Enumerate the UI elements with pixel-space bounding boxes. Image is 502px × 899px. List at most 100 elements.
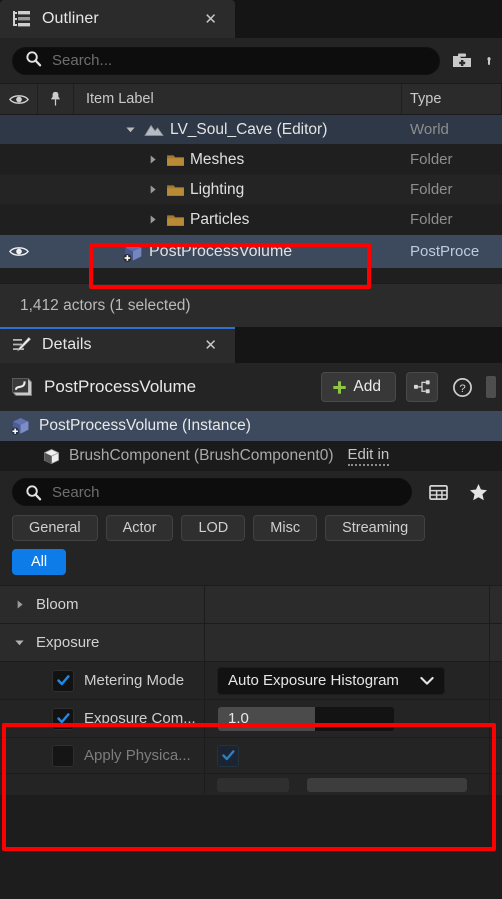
filter-chip-misc[interactable]: Misc	[253, 515, 318, 541]
new-folder-icon[interactable]	[450, 49, 474, 73]
details-title: PostProcessVolume	[44, 377, 197, 396]
chevron-right-icon[interactable]	[8, 599, 30, 610]
property-row-metering-mode: Metering Mode Auto Exposure Histogram	[0, 662, 502, 700]
row-label: LV_Soul_Cave (Editor)	[170, 120, 328, 138]
partial-control-a[interactable]	[217, 777, 289, 792]
list-item-brushcomponent[interactable]: BrushComponent (BrushComponent0) Edit in	[0, 441, 502, 471]
details-icon	[12, 336, 32, 354]
property-row-exposure-compensation: Exposure Com... 1.0	[0, 700, 502, 738]
filter-chip-lod[interactable]: LOD	[181, 515, 246, 541]
pin-icon	[51, 91, 60, 106]
chevron-down-icon[interactable]	[8, 637, 30, 648]
outliner-tabstrip: Outliner ✕	[0, 0, 502, 38]
details-search-placeholder: Search	[52, 483, 100, 501]
add-button[interactable]: Add	[321, 372, 396, 402]
property-label: Exposure Com...	[84, 710, 196, 727]
volume-icon	[10, 416, 31, 436]
close-icon[interactable]: ✕	[200, 336, 221, 355]
world-icon	[144, 123, 164, 137]
table-row[interactable]: Meshes Folder	[0, 145, 502, 175]
category-label: Bloom	[36, 596, 79, 613]
column-visibility[interactable]	[0, 84, 38, 114]
edit-in-blueprint-link[interactable]: Edit in	[347, 446, 390, 466]
folder-icon	[166, 183, 184, 197]
metering-mode-value: Auto Exposure Histogram	[228, 672, 399, 689]
apply-physical-value-checkbox[interactable]	[217, 744, 239, 767]
chevron-right-icon[interactable]	[144, 212, 160, 228]
outliner-search-row: Search...	[0, 38, 502, 83]
details-search-input[interactable]: Search	[12, 478, 412, 506]
search-icon	[25, 50, 42, 72]
tab-outliner[interactable]: Outliner ✕	[0, 0, 235, 38]
column-type[interactable]: Type	[402, 84, 502, 114]
eye-icon	[8, 94, 29, 104]
tab-details-label: Details	[42, 336, 92, 353]
add-button-label: Add	[353, 378, 381, 395]
partial-control-b[interactable]	[307, 777, 467, 792]
exposure-compensation-slider[interactable]: 1.0	[217, 705, 395, 732]
settings-icon[interactable]	[484, 49, 494, 73]
property-row-partial	[0, 774, 502, 796]
filter-chip-general[interactable]: General	[12, 515, 98, 541]
folder-icon	[166, 153, 184, 167]
table-row[interactable]: Lighting Folder	[0, 175, 502, 205]
details-search-row: Search	[0, 471, 502, 513]
row-type: Folder	[410, 151, 453, 168]
blueprint-graph-icon[interactable]	[406, 372, 438, 402]
close-icon[interactable]: ✕	[200, 10, 221, 29]
row-visibility-toggle[interactable]	[0, 245, 38, 258]
metering-mode-dropdown[interactable]: Auto Exposure Histogram	[217, 666, 445, 695]
table-row[interactable]: Particles Folder	[0, 205, 502, 235]
eye-icon	[9, 247, 29, 256]
details-panel: Details ✕ PostProcessVolume Add ? PostPr…	[0, 327, 502, 796]
table-row-postprocessvolume[interactable]: PostProcessVolume PostProce	[0, 235, 502, 269]
chevron-right-icon[interactable]	[144, 182, 160, 198]
row-label: Particles	[190, 210, 250, 228]
row-type: Folder	[410, 211, 453, 228]
tab-details[interactable]: Details ✕	[0, 327, 235, 363]
column-pin[interactable]	[38, 84, 74, 114]
list-item-postprocessvolume-instance[interactable]: PostProcessVolume (Instance)	[0, 411, 502, 441]
property-category-exposure[interactable]: Exposure	[0, 624, 502, 662]
actor-count-label: 1,412 actors (1 selected)	[20, 296, 191, 314]
check-icon	[56, 713, 70, 724]
details-tabstrip: Details ✕	[0, 327, 502, 363]
metering-mode-override-checkbox[interactable]	[52, 669, 74, 692]
star-icon[interactable]	[464, 478, 492, 506]
property-label: Apply Physica...	[84, 747, 191, 764]
outliner-icon	[12, 10, 32, 28]
column-item-label[interactable]: Item Label	[74, 84, 402, 114]
brush-icon	[42, 448, 61, 465]
table-row[interactable]: LV_Soul_Cave (Editor) World	[0, 115, 502, 145]
chevron-right-icon[interactable]	[144, 152, 160, 168]
filter-chip-actor[interactable]: Actor	[105, 515, 174, 541]
chevron-down-icon[interactable]	[122, 122, 138, 138]
tree-bottom-filler	[0, 269, 502, 283]
outliner-status-bar: 1,412 actors (1 selected)	[0, 283, 502, 327]
filter-chip-streaming[interactable]: Streaming	[325, 515, 426, 541]
property-category-bloom[interactable]: Bloom	[0, 586, 502, 624]
exposure-compensation-value: 1.0	[228, 709, 249, 727]
outliner-column-header: Item Label Type	[0, 83, 502, 115]
postprocess-actor-icon	[10, 376, 34, 398]
row-label: PostProcessVolume	[149, 242, 293, 260]
grid-view-icon[interactable]	[424, 478, 452, 506]
search-icon	[25, 484, 42, 501]
panel-overflow-handle[interactable]	[486, 376, 496, 398]
search-input[interactable]: Search...	[12, 46, 440, 75]
row-type: PostProce	[410, 243, 480, 260]
help-icon[interactable]: ?	[448, 373, 476, 401]
row-type: Folder	[410, 181, 453, 198]
property-label: Metering Mode	[84, 672, 185, 689]
search-placeholder: Search...	[52, 52, 113, 69]
component-label: PostProcessVolume (Instance)	[39, 417, 251, 434]
folder-icon	[166, 213, 184, 227]
outliner-panel: Outliner ✕ Search... Item Label Type LV_…	[0, 0, 502, 327]
unreal-editor-panels: Outliner ✕ Search... Item Label Type LV_…	[0, 0, 502, 899]
apply-physical-override-checkbox[interactable]	[52, 744, 74, 767]
filter-chip-row-2: All	[0, 541, 502, 585]
exposure-compensation-override-checkbox[interactable]	[52, 707, 74, 730]
outliner-tree: LV_Soul_Cave (Editor) World Meshes Folde…	[0, 115, 502, 283]
filter-chip-all[interactable]: All	[12, 549, 67, 575]
svg-text:?: ?	[459, 382, 465, 394]
